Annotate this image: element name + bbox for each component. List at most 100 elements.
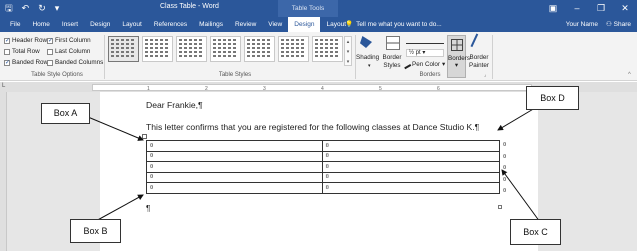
close-icon[interactable]: ✕ xyxy=(613,0,637,17)
border-styles-line1: Border xyxy=(382,54,402,61)
shading-bucket-icon xyxy=(360,36,372,48)
checkbox-header-row[interactable]: ✓ Header Row xyxy=(4,37,47,44)
table-cell[interactable]: ¤ xyxy=(321,140,500,152)
table-row: ¤ ¤ xyxy=(146,161,500,173)
border-styles-button[interactable]: Border Styles xyxy=(380,54,404,70)
lightbulb-icon: 💡 xyxy=(345,21,354,28)
table-style-thumbnail[interactable] xyxy=(278,36,309,62)
table-style-thumbnail[interactable] xyxy=(210,36,241,62)
tell-me-box[interactable]: 💡 Tell me what you want to do... xyxy=(345,17,442,32)
chevron-down-icon: ▾ xyxy=(368,63,371,69)
undo-icon[interactable]: ↶ xyxy=(22,2,30,14)
user-name[interactable]: Your Name xyxy=(566,17,598,32)
table-styles-gallery xyxy=(108,36,348,66)
share-label: Share xyxy=(613,21,631,28)
ribbon-tabs: File Home Insert Design Layout References Mail… xyxy=(4,17,352,32)
ribbon-display-options-icon[interactable]: ▣ xyxy=(541,0,565,17)
vertical-ruler[interactable] xyxy=(0,92,7,251)
tab-file[interactable]: File xyxy=(4,17,26,32)
tab-layout[interactable]: Layout xyxy=(116,17,148,32)
table-style-thumbnail[interactable] xyxy=(142,36,173,62)
callout-box-c: Box C xyxy=(510,219,561,245)
callout-box-a: Box A xyxy=(41,103,90,124)
minimize-icon[interactable]: – xyxy=(565,0,589,17)
tab-selector-icon[interactable]: L xyxy=(2,83,5,89)
table-style-thumbnail[interactable] xyxy=(108,36,139,62)
table-style-thumbnail[interactable] xyxy=(244,36,275,62)
table-cell[interactable]: ¤ xyxy=(146,182,323,194)
pen-color-button[interactable]: Pen Color ▾ xyxy=(401,59,446,70)
table-cell[interactable]: ¤ xyxy=(146,171,323,183)
row-end-mark: ¤ xyxy=(503,142,507,148)
pen-icon xyxy=(401,59,412,70)
checkbox-label: Last Column xyxy=(55,48,91,55)
restore-icon[interactable]: ❐ xyxy=(589,0,613,17)
checkbox-label: Banded Columns xyxy=(55,59,104,66)
end-paragraph-mark[interactable]: ¶ xyxy=(146,204,150,213)
tab-design-table[interactable]: Design xyxy=(288,17,321,32)
collapse-ribbon-icon[interactable]: ^ xyxy=(628,72,631,78)
tell-me-text: Tell me what you want to do... xyxy=(356,21,442,28)
table-resize-handle[interactable] xyxy=(498,205,502,209)
tab-review[interactable]: Review xyxy=(229,17,262,32)
checkbox-first-column[interactable]: ✓ First Column xyxy=(47,37,91,44)
redo-icon[interactable]: ↻ xyxy=(38,2,46,14)
table-row: ¤ ¤ xyxy=(146,171,500,183)
row-end-mark: ¤ xyxy=(503,188,507,194)
table-style-thumbnail[interactable] xyxy=(176,36,207,62)
table-cell[interactable]: ¤ xyxy=(321,182,500,194)
table-cell[interactable]: ¤ xyxy=(321,161,500,173)
greeting-paragraph[interactable]: Dear Frankie,¶ xyxy=(146,100,203,110)
table-move-handle[interactable] xyxy=(142,134,147,139)
line-style-dropdown[interactable] xyxy=(406,38,444,44)
gallery-scroll[interactable]: ▴ ▾ ▾ xyxy=(344,36,352,66)
border-painter-button[interactable]: Border Painter xyxy=(467,54,491,70)
checkbox-last-column[interactable]: Last Column xyxy=(47,48,90,55)
tab-mailings[interactable]: Mailings xyxy=(193,17,229,32)
group-label-table-styles: Table Styles xyxy=(218,72,252,78)
checkbox-banded-rows[interactable]: ✓ Banded Rows xyxy=(4,59,51,66)
row-end-mark: ¤ xyxy=(503,153,507,160)
table-row: ¤ ¤ xyxy=(146,182,500,194)
group-separator xyxy=(492,35,493,79)
tab-view[interactable]: View xyxy=(262,17,288,32)
table-cell[interactable]: ¤ xyxy=(321,150,500,162)
borders-icon xyxy=(451,39,463,51)
ribbon-tabs-bar: File Home Insert Design Layout References Mail… xyxy=(0,17,637,32)
checkbox-box: ✓ xyxy=(47,37,54,44)
customize-qat-icon[interactable]: ▾ xyxy=(55,2,60,14)
border-styles-icon xyxy=(386,36,400,50)
document-table[interactable]: ¤ ¤ ¤ ¤ ¤ ¤ ¤ ¤ ¤ ¤ xyxy=(146,140,500,194)
chevron-down-icon: ▾ xyxy=(442,61,446,68)
table-cell[interactable]: ¤ xyxy=(321,171,500,183)
border-painter-icon xyxy=(470,33,486,51)
table-cell[interactable]: ¤ xyxy=(146,150,323,162)
dialog-launcher-icon[interactable]: ⌟ xyxy=(484,72,486,78)
checkbox-box xyxy=(4,48,10,55)
group-separator xyxy=(104,35,105,79)
checkbox-box: ✓ xyxy=(4,37,11,44)
tab-home[interactable]: Home xyxy=(26,17,55,32)
table-style-thumbnail[interactable] xyxy=(312,36,343,62)
document-page[interactable]: Dear Frankie,¶ This letter confirms that… xyxy=(100,92,538,251)
row-end-mark: ¤ xyxy=(503,165,507,171)
tab-references[interactable]: References xyxy=(148,17,193,32)
border-painter-line1: Border xyxy=(469,54,489,61)
checkbox-box: ✓ xyxy=(4,59,11,66)
table-row: ¤ ¤ xyxy=(146,150,500,162)
save-icon[interactable]: 🖫 xyxy=(5,2,13,14)
body-paragraph[interactable]: This letter confirms that you are regist… xyxy=(146,122,479,132)
tab-design[interactable]: Design xyxy=(84,17,116,32)
quick-access-toolbar: 🖫 ↶ ↻ ▾ xyxy=(5,2,59,14)
checkbox-banded-columns[interactable]: Banded Columns xyxy=(47,59,103,66)
tab-insert[interactable]: Insert xyxy=(56,17,84,32)
share-button[interactable]: ⚇ Share xyxy=(606,17,631,32)
table-row: ¤ ¤ xyxy=(146,140,500,152)
table-cell[interactable]: ¤ xyxy=(146,140,323,152)
table-cell[interactable]: ¤ xyxy=(146,161,323,173)
line-weight-dropdown[interactable]: ½ pt ▾ xyxy=(406,49,444,57)
checkbox-total-row[interactable]: Total Row xyxy=(4,48,40,55)
horizontal-ruler[interactable]: 123456 xyxy=(92,84,532,92)
shading-button[interactable]: Shading xyxy=(356,54,379,62)
row-end-mark: ¤ xyxy=(503,176,507,183)
